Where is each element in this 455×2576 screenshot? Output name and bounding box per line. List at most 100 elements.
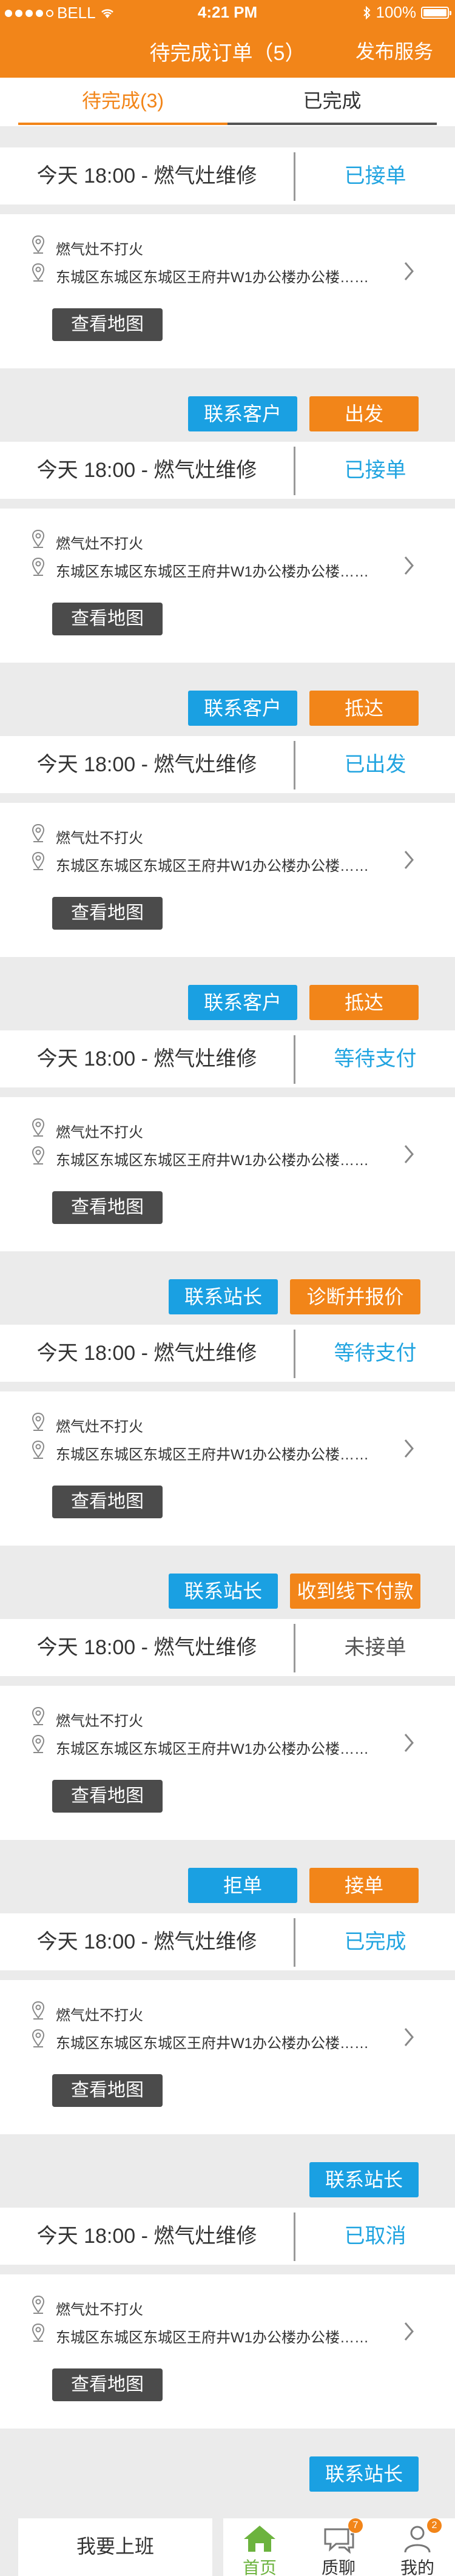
order-details[interactable]: 燃气灶不打火 东城区东城区东城区王府井W1办公楼办公楼…… 查看地图 [0,1686,455,1840]
action-button-primary[interactable]: 联系站长 [169,1279,278,1314]
action-button-primary[interactable]: 联系客户 [188,985,297,1020]
chevron-right-icon[interactable] [400,2319,417,2344]
order-actions: 联系站长 [0,2143,455,2218]
order-header[interactable]: 今天 18:00 - 燃气灶维修 等待支付 [0,1325,455,1382]
chevron-right-icon[interactable] [400,1142,417,1166]
order-status: 已完成 [344,1930,406,1953]
tabbar-home-label: 首页 [242,2558,277,2576]
tabbar-mine[interactable]: 2 我的 [381,2518,454,2576]
battery-icon [421,6,451,19]
chevron-right-icon[interactable] [400,553,417,578]
mine-badge: 2 [427,2518,442,2533]
location-pin-icon [32,263,45,282]
tabbar-home[interactable]: 首页 [223,2518,296,2576]
location-pin-icon [32,823,45,843]
order-title: 今天 18:00 - 燃气灶维修 [36,164,257,188]
order-actions: 联系客户 出发 [0,377,455,452]
view-map-button[interactable]: 查看地图 [52,603,163,635]
fault-description: 燃气灶不打火 [56,2302,143,2318]
order-header[interactable]: 今天 18:00 - 燃气灶维修 已接单 [0,147,455,205]
fault-description: 燃气灶不打火 [56,242,143,258]
location-pin-icon [32,1734,45,1754]
bottom-tab-bar: 我要上班 首页 7 质聊 2 我的 [0,2517,455,2576]
action-button-primary[interactable]: 联系站长 [169,1574,278,1609]
chevron-right-icon[interactable] [400,848,417,872]
view-map-button[interactable]: 查看地图 [52,1486,163,1518]
order-details[interactable]: 燃气灶不打火 东城区东城区东城区王府井W1办公楼办公楼…… 查看地图 [0,1391,455,1546]
order-address: 东城区东城区东城区王府井W1办公楼办公楼…… [56,1152,369,1169]
location-pin-icon [32,1440,45,1459]
order-address: 东城区东城区东城区王府井W1办公楼办公楼…… [56,269,369,286]
tab-pending[interactable]: 待完成(3) [18,78,228,124]
order-actions: 联系客户 抵达 [0,965,455,1041]
chevron-right-icon[interactable] [400,1436,417,1461]
fault-description: 燃气灶不打火 [56,2007,143,2024]
order-header[interactable]: 今天 18:00 - 燃气灶维修 未接单 [0,1619,455,1676]
order-status: 等待支付 [334,1342,417,1365]
tab-completed[interactable]: 已完成 [228,78,437,124]
order-details[interactable]: 燃气灶不打火 东城区东城区东城区王府井W1办公楼办公楼…… 查看地图 [0,1980,455,2134]
view-map-button[interactable]: 查看地图 [52,1191,163,1224]
action-button-secondary[interactable]: 出发 [309,396,419,431]
order-status: 已接单 [344,459,406,482]
battery-label: 100% [376,3,417,21]
action-button-primary[interactable]: 拒单 [188,1868,297,1903]
order-tabs: 待完成(3) 已完成 [0,78,455,126]
fault-description: 燃气灶不打火 [56,1419,143,1435]
action-button-secondary[interactable]: 诊断并报价 [290,1279,420,1314]
location-pin-icon [32,1146,45,1165]
action-button-secondary[interactable]: 抵达 [309,691,419,726]
chevron-right-icon[interactable] [400,259,417,283]
contact-manager-button[interactable]: 联系站长 [309,2162,419,2197]
location-pin-icon [32,851,45,871]
order-details[interactable]: 燃气灶不打火 东城区东城区东城区王府井W1办公楼办公楼…… 查看地图 [0,1097,455,1251]
action-button-secondary[interactable]: 收到线下付款 [290,1574,420,1609]
location-pin-icon [32,2029,45,2048]
chevron-right-icon[interactable] [400,2025,417,2049]
order-header[interactable]: 今天 18:00 - 燃气灶维修 已完成 [0,1913,455,1970]
fault-description: 燃气灶不打火 [56,536,143,552]
status-bar: BELL 4:21 PM 100% [0,0,455,24]
view-map-button[interactable]: 查看地图 [52,897,163,930]
tab-bar-items: 首页 7 质聊 2 我的 [223,2518,455,2576]
order-status: 等待支付 [334,1047,417,1070]
order-details[interactable]: 燃气灶不打火东城区东城区东城区王府井W1办公楼办公楼…… 查看地图 [0,214,455,368]
chevron-right-icon[interactable] [400,1731,417,1755]
order-address: 东城区东城区东城区王府井W1办公楼办公楼…… [56,858,369,874]
action-button-primary[interactable]: 联系客户 [188,396,297,431]
action-button-primary[interactable]: 联系客户 [188,691,297,726]
order-title: 今天 18:00 - 燃气灶维修 [36,1636,257,1659]
order-actions: 联系客户 抵达 [0,671,455,746]
order-address: 东城区东城区东城区王府井W1办公楼办公楼…… [56,2330,369,2346]
location-pin-icon [32,2001,45,2020]
action-button-secondary[interactable]: 接单 [309,1868,419,1903]
order-details[interactable]: 燃气灶不打火东城区东城区东城区王府井W1办公楼办公楼…… 查看地图 [0,2274,455,2429]
order-header[interactable]: 今天 18:00 - 燃气灶维修 等待支付 [0,1030,455,1087]
tabbar-mine-label: 我的 [400,2558,434,2576]
home-icon [244,2526,275,2552]
fault-description: 燃气灶不打火 [56,830,143,847]
order-details[interactable]: 燃气灶不打火东城区东城区东城区王府井W1办公楼办公楼…… 查看地图 [0,803,455,957]
action-button-secondary[interactable]: 抵达 [309,985,419,1020]
order-title: 今天 18:00 - 燃气灶维修 [36,1342,257,1365]
order-details[interactable]: 燃气灶不打火 东城区东城区东城区王府井W1办公楼办公楼…… 查看地图 [0,509,455,663]
order-status: 已取消 [344,2225,406,2248]
order-title: 今天 18:00 - 燃气灶维修 [36,459,257,482]
go-to-work-button[interactable]: 我要上班 [18,2518,212,2576]
order-status: 已出发 [344,753,406,776]
location-pin-icon [32,1412,45,1432]
tabbar-chat[interactable]: 7 质聊 [302,2518,375,2576]
view-map-button[interactable]: 查看地图 [52,2368,163,2401]
view-map-button[interactable]: 查看地图 [52,308,163,341]
order-header[interactable]: 今天 18:00 - 燃气灶维修 已接单 [0,442,455,499]
order-actions: 联系站长 诊断并报价 [0,1260,455,1335]
location-pin-icon [32,1706,45,1726]
order-header[interactable]: 今天 18:00 - 燃气灶维修 已取消 [0,2208,455,2265]
order-header[interactable]: 今天 18:00 - 燃气灶维修 已出发 [0,736,455,793]
contact-manager-button[interactable]: 联系站长 [309,2456,419,2492]
publish-service-button[interactable]: 发布服务 [356,36,433,64]
location-pin-icon [32,235,45,254]
view-map-button[interactable]: 查看地图 [52,2074,163,2107]
view-map-button[interactable]: 查看地图 [52,1780,163,1813]
order-address: 东城区东城区东城区王府井W1办公楼办公楼…… [56,1741,369,1757]
